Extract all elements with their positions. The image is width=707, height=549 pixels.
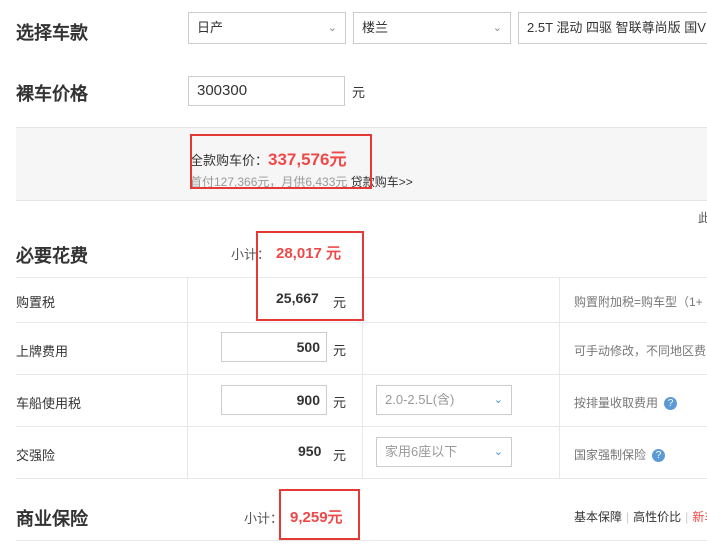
purchase-tax-note: 购置附加税=购车型（1+ — [574, 295, 703, 309]
row-divider — [16, 478, 707, 479]
vehicle-tax-label: 车船使用税 — [16, 396, 82, 411]
purchase-tax-label: 购置税 — [16, 295, 56, 310]
row-divider — [16, 540, 707, 541]
compulsory-insurance-note-wrap: 国家强制保险? — [574, 446, 666, 463]
col-divider — [559, 277, 560, 478]
displacement-select[interactable]: 2.0-2.5L(含) ⌄ — [376, 385, 512, 415]
compulsory-insurance-unit: 元 — [333, 448, 347, 463]
highlight-box-commercial — [279, 489, 360, 540]
compulsory-insurance-label: 交强险 — [16, 448, 56, 463]
col-divider — [362, 322, 363, 478]
vehicle-tax-unit: 元 — [333, 395, 347, 410]
chevron-down-icon: ⌄ — [493, 394, 503, 406]
registration-fee-unit: 元 — [333, 343, 347, 358]
compulsory-insurance-note: 国家强制保险 — [574, 448, 647, 462]
vehicle-tax-note: 按排量收取费用 — [574, 396, 659, 410]
registration-fee-input[interactable]: 500 — [221, 332, 327, 362]
vehicle-tax-input[interactable]: 900 — [221, 385, 327, 415]
tab-value[interactable]: 高性价比 — [633, 510, 681, 524]
trim-select[interactable]: 2.5T 混动 四驱 智联尊尚版 国VI — [518, 12, 707, 44]
seat-type-select[interactable]: 家用6座以下 ⌄ — [376, 437, 512, 467]
commercial-subtotal-label: 小计： — [244, 511, 284, 526]
brand-select[interactable]: 日产 ⌄ — [188, 12, 346, 44]
bare-price-input[interactable]: 300300 — [188, 76, 345, 106]
brand-select-value: 日产 — [197, 20, 224, 35]
highlight-box-full-price — [190, 134, 372, 189]
compulsory-insurance-value: 950 — [298, 443, 322, 459]
seat-type-select-value: 家用6座以下 — [385, 444, 458, 459]
model-select-value: 楼兰 — [362, 20, 389, 35]
bare-price-unit: 元 — [352, 85, 366, 100]
registration-fee-label: 上牌费用 — [16, 344, 69, 359]
tab-basic[interactable]: 基本保障 — [574, 510, 622, 524]
commercial-insurance-title: 商业保险 — [16, 509, 88, 529]
trim-select-value: 2.5T 混动 四驱 智联尊尚版 国VI — [527, 20, 707, 35]
help-icon[interactable]: ? — [664, 397, 678, 411]
tab-separator: | — [685, 510, 689, 524]
displacement-select-value: 2.0-2.5L(含) — [385, 392, 455, 407]
chevron-down-icon: ⌄ — [327, 22, 337, 34]
insurance-plan-tabs: 基本保障|高性价比|新车 — [574, 508, 707, 525]
tab-new-car[interactable]: 新车 — [692, 510, 707, 524]
help-icon[interactable]: ? — [652, 449, 666, 463]
edge-text: 此 — [698, 211, 707, 225]
tab-separator: | — [626, 510, 630, 524]
vehicle-tax-note-wrap: 按排量收取费用? — [574, 394, 678, 411]
select-car-title: 选择车款 — [16, 23, 88, 43]
registration-fee-note: 可手动修改，不同地区费 — [574, 344, 707, 358]
required-fees-title: 必要花费 — [16, 246, 88, 266]
col-divider — [187, 277, 188, 478]
highlight-box-required — [256, 231, 364, 321]
bare-price-title: 裸车价格 — [16, 84, 88, 104]
chevron-down-icon: ⌄ — [493, 446, 503, 458]
chevron-down-icon: ⌄ — [492, 22, 502, 34]
model-select[interactable]: 楼兰 ⌄ — [353, 12, 511, 44]
